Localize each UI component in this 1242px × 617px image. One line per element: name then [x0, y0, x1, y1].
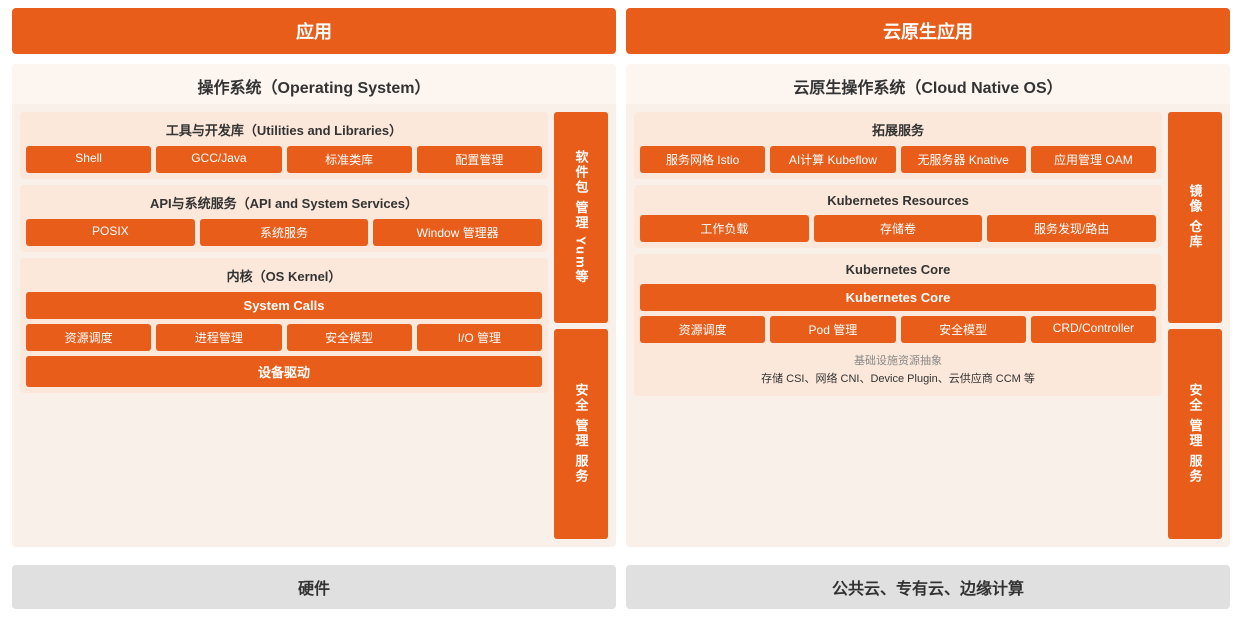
- item-sec-model-right: 安全模型: [901, 316, 1026, 343]
- item-config: 配置管理: [417, 146, 542, 173]
- right-sidebar-top: 镜像 仓库: [1168, 112, 1222, 323]
- left-utilities-items: Shell GCC/Java 标准类库 配置管理: [26, 146, 542, 173]
- left-panel-title: 操作系统（Operating System）: [12, 64, 616, 104]
- left-section-api: API与系统服务（API and System Services） POSIX …: [20, 185, 548, 252]
- left-section-kernel-title: 内核（OS Kernel）: [26, 264, 542, 287]
- left-panel: 操作系统（Operating System） 工具与开发库（Utilities …: [12, 64, 616, 547]
- infra-detail: 存储 CSI、网络 CNI、Device Plugin、云供应商 CCM 等: [646, 370, 1150, 386]
- right-panel-content: 拓展服务 服务网格 Istio AI计算 Kubeflow 无服务器 Knati…: [634, 112, 1162, 539]
- left-bottom: 硬件: [12, 565, 616, 609]
- left-api-items: POSIX 系统服务 Window 管理器: [26, 219, 542, 246]
- left-panel-content: 工具与开发库（Utilities and Libraries） Shell GC…: [20, 112, 548, 539]
- right-section-k8s-res-title: Kubernetes Resources: [640, 191, 1156, 210]
- device-driver-bar: 设备驱动: [26, 356, 542, 387]
- item-stdlib: 标准类库: [287, 146, 412, 173]
- item-security-model: 安全模型: [287, 324, 412, 351]
- right-sidebar: 镜像 仓库 安全 管理 服务: [1168, 112, 1222, 539]
- right-panel-title: 云原生操作系统（Cloud Native OS）: [626, 64, 1230, 104]
- item-storage: 存储卷: [814, 215, 983, 242]
- right-section-k8s-resources: Kubernetes Resources 工作负载 存储卷 服务发现/路由: [634, 185, 1162, 248]
- right-section-k8s-core: Kubernetes Core Kubernetes Core 资源调度 Pod…: [634, 254, 1162, 396]
- right-k8s-res-items: 工作负载 存储卷 服务发现/路由: [640, 215, 1156, 242]
- left-panel-body: 工具与开发库（Utilities and Libraries） Shell GC…: [12, 104, 616, 547]
- item-oam: 应用管理 OAM: [1031, 146, 1156, 173]
- main-content: 操作系统（Operating System） 工具与开发库（Utilities …: [0, 54, 1242, 557]
- left-sidebar-bottom: 安全 管理 服务: [554, 329, 608, 540]
- right-k8s-core-items: 资源调度 Pod 管理 安全模型 CRD/Controller: [640, 316, 1156, 343]
- left-section-api-title: API与系统服务（API and System Services）: [26, 191, 542, 214]
- item-kubeflow: AI计算 Kubeflow: [770, 146, 895, 173]
- left-sidebar-top: 软件包 管理 Yum等: [554, 112, 608, 323]
- left-section-utilities-title: 工具与开发库（Utilities and Libraries）: [26, 118, 542, 141]
- item-posix: POSIX: [26, 219, 195, 246]
- right-ext-items: 服务网格 Istio AI计算 Kubeflow 无服务器 Knative 应用…: [640, 146, 1156, 173]
- item-res-sched-right: 资源调度: [640, 316, 765, 343]
- infra-title: 基础设施资源抽象: [646, 352, 1150, 368]
- top-header-row: 应用 云原生应用: [0, 0, 1242, 54]
- item-knative: 无服务器 Knative: [901, 146, 1026, 173]
- right-section-ext-title: 拓展服务: [640, 118, 1156, 141]
- item-service-discovery: 服务发现/路由: [987, 215, 1156, 242]
- item-io-mgmt: I/O 管理: [417, 324, 542, 351]
- k8s-core-bar: Kubernetes Core: [640, 284, 1156, 311]
- item-pod-mgmt: Pod 管理: [770, 316, 895, 343]
- item-gcc: GCC/Java: [156, 146, 281, 173]
- item-crd-controller: CRD/Controller: [1031, 316, 1156, 343]
- item-workload: 工作负载: [640, 215, 809, 242]
- item-resource-sched: 资源调度: [26, 324, 151, 351]
- right-panel: 云原生操作系统（Cloud Native OS） 拓展服务 服务网格 Istio…: [626, 64, 1230, 547]
- item-process-mgmt: 进程管理: [156, 324, 281, 351]
- item-shell: Shell: [26, 146, 151, 173]
- item-window-mgr: Window 管理器: [373, 219, 542, 246]
- item-istio: 服务网格 Istio: [640, 146, 765, 173]
- item-sysservice: 系统服务: [200, 219, 369, 246]
- right-section-extensions: 拓展服务 服务网格 Istio AI计算 Kubeflow 无服务器 Knati…: [634, 112, 1162, 179]
- left-section-kernel: 内核（OS Kernel） System Calls 资源调度 进程管理 安全模…: [20, 258, 548, 393]
- system-calls-bar: System Calls: [26, 292, 542, 319]
- left-kernel-items: 资源调度 进程管理 安全模型 I/O 管理: [26, 324, 542, 351]
- bottom-row: 硬件 公共云、专有云、边缘计算: [0, 557, 1242, 617]
- right-sidebar-bottom: 安全 管理 服务: [1168, 329, 1222, 540]
- left-section-utilities: 工具与开发库（Utilities and Libraries） Shell GC…: [20, 112, 548, 179]
- right-header: 云原生应用: [626, 8, 1230, 54]
- right-panel-body: 拓展服务 服务网格 Istio AI计算 Kubeflow 无服务器 Knati…: [626, 104, 1230, 547]
- right-bottom: 公共云、专有云、边缘计算: [626, 565, 1230, 609]
- right-section-k8s-core-title: Kubernetes Core: [640, 260, 1156, 279]
- left-sidebar: 软件包 管理 Yum等 安全 管理 服务: [554, 112, 608, 539]
- infra-block: 基础设施资源抽象 存储 CSI、网络 CNI、Device Plugin、云供应…: [640, 348, 1156, 390]
- left-header: 应用: [12, 8, 616, 54]
